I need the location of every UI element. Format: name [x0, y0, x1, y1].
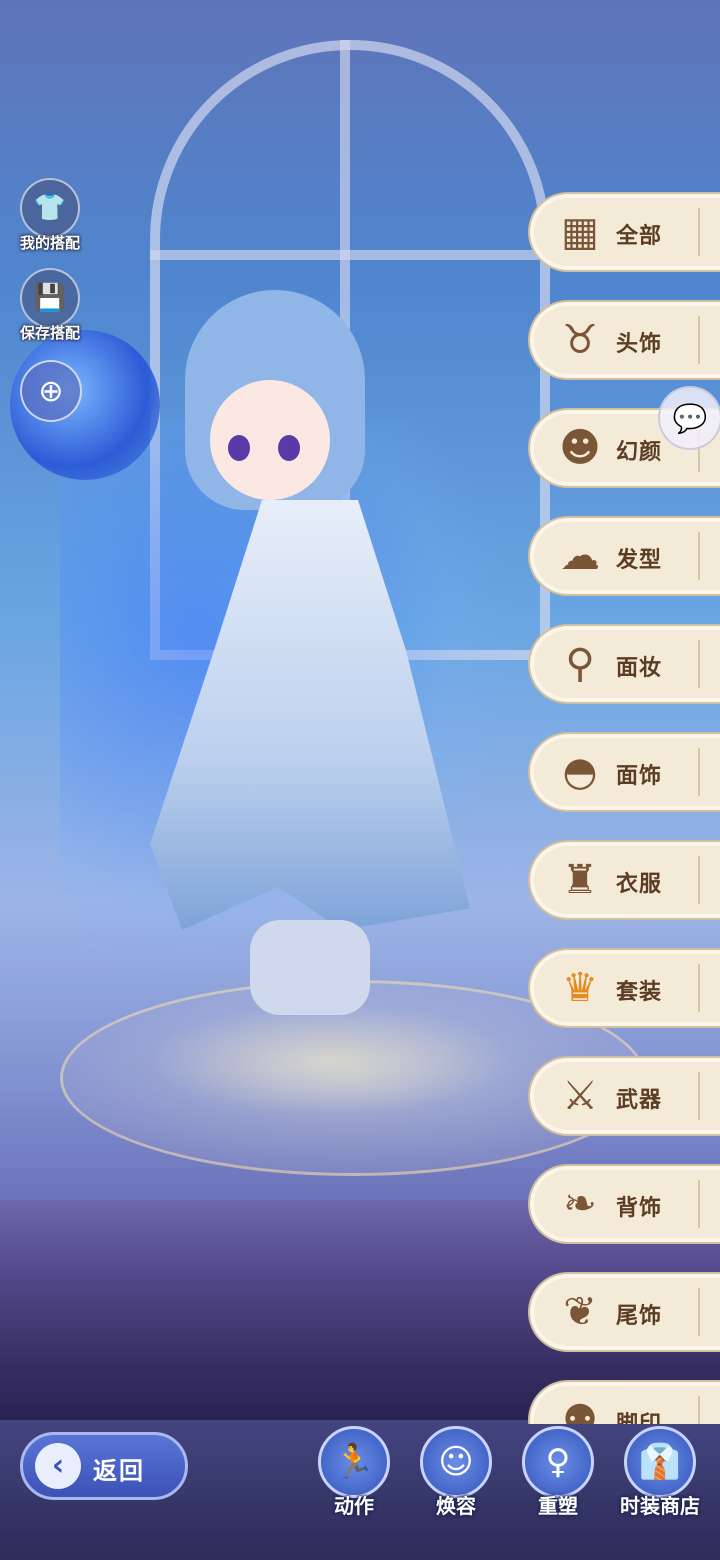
- action-fashion-shop-button[interactable]: 👔 时装商店: [612, 1426, 708, 1519]
- body-icon: ♀: [522, 1426, 594, 1498]
- save-outfit-label: 保存搭配: [19, 324, 80, 342]
- tab-decoration: [698, 856, 720, 904]
- sword-icon: ⚔: [562, 1073, 598, 1119]
- zoom-in-icon: ⊕: [38, 373, 64, 409]
- tab-hairstyle[interactable]: ☁ 发型: [528, 516, 720, 596]
- character-left-eye: [228, 435, 250, 461]
- my-outfits-label: 我的搭配: [19, 234, 80, 252]
- pose-icon: 🏃: [318, 1426, 390, 1498]
- character-face: [210, 380, 330, 500]
- tab-back-accessory[interactable]: ❧ 背饰: [528, 1164, 720, 1244]
- shirt-icon: 👕: [20, 178, 80, 238]
- zoom-in-button[interactable]: ⊕: [20, 360, 82, 422]
- back-label: 返回: [93, 1457, 145, 1485]
- save-icon: 💾: [20, 268, 80, 328]
- face-icon: ☺: [420, 1426, 492, 1498]
- action-label: 时装商店: [620, 1494, 700, 1518]
- tab-decoration: [698, 748, 720, 796]
- tab-label: 面妆: [616, 656, 663, 681]
- tab-decoration: [698, 1396, 720, 1424]
- tab-label: 尾饰: [616, 1304, 663, 1329]
- tab-decoration: [698, 1288, 720, 1336]
- tab-makeup[interactable]: ⚲ 面妆: [528, 624, 720, 704]
- hair-icon: ☁: [560, 533, 600, 579]
- tab-suit[interactable]: ♛ 套装: [528, 948, 720, 1028]
- tab-decoration: [698, 1072, 720, 1120]
- tab-label: 发型: [616, 548, 663, 573]
- tab-tail-accessory[interactable]: ❦ 尾饰: [528, 1272, 720, 1352]
- wing-icon: ❧: [563, 1181, 597, 1227]
- window-transom: [150, 250, 550, 260]
- tab-decoration: [698, 208, 720, 256]
- tab-decoration: [698, 640, 720, 688]
- tab-label: 武器: [616, 1088, 663, 1113]
- tab-label: 全部: [616, 224, 663, 249]
- jacket-icon: ♜: [562, 857, 598, 903]
- chat-icon: 💬: [672, 401, 708, 435]
- tab-label: 面饰: [616, 764, 663, 789]
- tab-decoration: [698, 1180, 720, 1228]
- footprint-icon: ⚉: [562, 1397, 598, 1424]
- tab-clothes[interactable]: ♜ 衣服: [528, 840, 720, 920]
- tab-label: 幻颜: [616, 440, 663, 465]
- tab-footprint[interactable]: ⚉ 脚印: [528, 1380, 720, 1424]
- tab-label: 头饰: [616, 332, 663, 357]
- category-tab-list[interactable]: ▦ 全部 ♉ 头饰 ☻ 幻颜 ☁ 发型 ⚲ 面妆 ◓ 面饰 ♜ 衣服 ♛ 套装 …: [528, 192, 720, 1424]
- action-label: 动作: [334, 1494, 374, 1518]
- tab-all[interactable]: ▦ 全部: [528, 192, 720, 272]
- tab-decoration: [698, 964, 720, 1012]
- back-button[interactable]: ‹ 返回: [20, 1432, 188, 1500]
- dress-icon: ♛: [562, 965, 598, 1011]
- back-arrow-icon: ‹: [35, 1443, 81, 1489]
- tail-icon: ❦: [563, 1289, 597, 1335]
- character-feet: [250, 920, 370, 1015]
- face-mask-icon: ◓: [562, 749, 598, 795]
- tab-headwear[interactable]: ♉ 头饰: [528, 300, 720, 380]
- action-makeover-button[interactable]: ☺ 焕容: [408, 1426, 504, 1519]
- mirror-icon: ⚲: [565, 641, 595, 687]
- mask-face-icon: ☻: [559, 425, 601, 471]
- save-outfit-button[interactable]: 💾 保存搭配: [10, 268, 90, 343]
- tab-label: 背饰: [616, 1196, 663, 1221]
- action-label: 焕容: [436, 1494, 476, 1518]
- tab-decoration: [698, 532, 720, 580]
- my-outfits-button[interactable]: 👕 我的搭配: [10, 178, 90, 253]
- tab-label: 脚印: [616, 1406, 662, 1424]
- action-pose-button[interactable]: 🏃 动作: [306, 1426, 402, 1519]
- chat-button[interactable]: 💬: [658, 386, 720, 450]
- shop-icon: 👔: [624, 1426, 696, 1498]
- tab-face-accessory[interactable]: ◓ 面饰: [528, 732, 720, 812]
- tab-label: 衣服: [616, 872, 663, 897]
- tab-weapon[interactable]: ⚔ 武器: [528, 1056, 720, 1136]
- headwear-icon: ♉: [562, 317, 598, 363]
- tab-decoration: [698, 316, 720, 364]
- tab-label: 套装: [616, 980, 663, 1005]
- grid-icon: ▦: [561, 209, 599, 255]
- action-reshape-button[interactable]: ♀ 重塑: [510, 1426, 606, 1519]
- action-label: 重塑: [538, 1494, 578, 1518]
- character-right-eye: [278, 435, 300, 461]
